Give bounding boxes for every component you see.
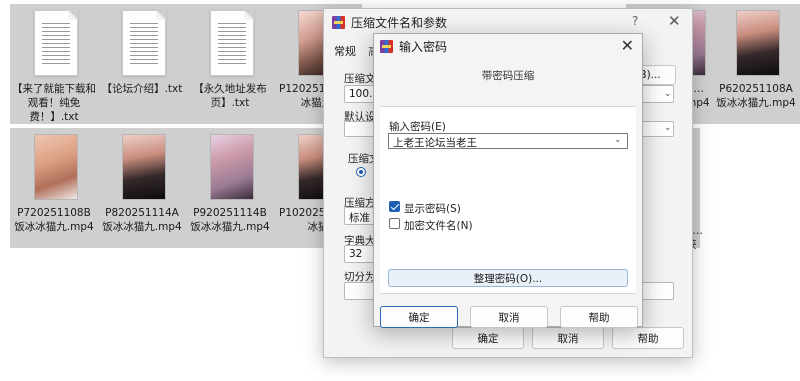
file-tile[interactable]: 【论坛介绍】.txt: [98, 4, 186, 124]
file-name: P720251108B饭冰冰猫九.mp4: [14, 207, 94, 233]
winrar-icon: [380, 39, 393, 53]
file-tile[interactable]: P720251108B饭冰冰猫九.mp4: [10, 128, 98, 248]
show-password-label[interactable]: 显示密码(S): [404, 201, 461, 216]
method-select[interactable]: 标准: [344, 207, 374, 225]
file-name: P820251114A饭冰冰猫九.mp4: [102, 207, 182, 233]
winrar-icon: [332, 15, 345, 29]
file-tile[interactable]: 【永久地址发布页】.txt: [186, 4, 274, 124]
chevron-down-icon[interactable]: ⌄: [614, 135, 622, 145]
dictionary-select[interactable]: 32: [344, 245, 374, 263]
text-file-icon: [210, 10, 254, 76]
cancel-button[interactable]: 取消: [470, 306, 548, 328]
encrypt-filenames-checkbox[interactable]: [389, 218, 400, 229]
chevron-down-icon[interactable]: ⌄: [664, 123, 672, 133]
video-thumbnail: [736, 10, 780, 76]
format-radio[interactable]: [356, 167, 366, 177]
ok-button[interactable]: 确定: [380, 306, 458, 328]
file-explorer-view: 【来了就能下载和观看！纯免费！】.txt 【论坛介绍】.txt 【永久地址发布页…: [0, 0, 800, 381]
close-icon[interactable]: ✕: [668, 12, 681, 30]
password-input[interactable]: 上老王论坛当老王: [388, 133, 628, 149]
file-tile[interactable]: 【来了就能下载和观看！纯免费！】.txt: [10, 4, 98, 124]
dialog-heading: 带密码压缩: [481, 70, 535, 82]
video-thumbnail: [210, 134, 254, 200]
ok-button[interactable]: 确定: [452, 327, 524, 349]
dialog-title: 压缩文件名和参数: [351, 15, 448, 30]
file-tile[interactable]: P820251114A饭冰冰猫九.mp4: [98, 128, 186, 248]
file-name: P920251114B饭冰冰猫九.mp4: [190, 207, 270, 233]
dialog-title: 输入密码: [399, 39, 448, 54]
text-file-icon: [122, 10, 166, 76]
file-tile[interactable]: P620251108A饭冰冰猫九.mp4: [712, 4, 800, 124]
file-tile[interactable]: P920251114B饭冰冰猫九.mp4: [186, 128, 274, 248]
show-password-checkbox[interactable]: [389, 201, 400, 212]
video-thumbnail: [34, 134, 78, 200]
file-name: 【论坛介绍】.txt: [101, 83, 183, 95]
encrypt-filenames-label[interactable]: 加密文件名(N): [404, 218, 473, 233]
enter-password-label: 输入密码(E): [389, 121, 446, 133]
video-thumbnail: [122, 134, 166, 200]
help-button[interactable]: 帮助: [560, 306, 638, 328]
help-icon[interactable]: ?: [632, 14, 638, 28]
text-file-icon: [34, 10, 78, 76]
password-dialog: 输入密码 ✕ 带密码压缩 输入密码(E) 上老王论坛当老王 ⌄ 显示密码(S) …: [373, 33, 643, 328]
cancel-button[interactable]: 取消: [532, 327, 604, 349]
file-name: P620251108A饭冰冰猫九.mp4: [716, 83, 796, 109]
help-button[interactable]: 帮助: [612, 327, 684, 349]
file-name: 【来了就能下载和观看！纯免费！】.txt: [12, 83, 96, 123]
organize-passwords-button[interactable]: 整理密码(O)...: [388, 269, 628, 287]
password-panel: 输入密码(E) 上老王论坛当老王 ⌄ 显示密码(S) 加密文件名(N) 整理密码…: [380, 106, 636, 294]
dialog-titlebar: 输入密码: [374, 34, 642, 58]
tab-general[interactable]: 常规: [334, 43, 356, 59]
close-icon[interactable]: ✕: [621, 36, 634, 55]
split-input[interactable]: [344, 282, 374, 300]
chevron-down-icon[interactable]: ⌄: [664, 89, 672, 99]
file-name: 【永久地址发布页】.txt: [193, 83, 267, 109]
